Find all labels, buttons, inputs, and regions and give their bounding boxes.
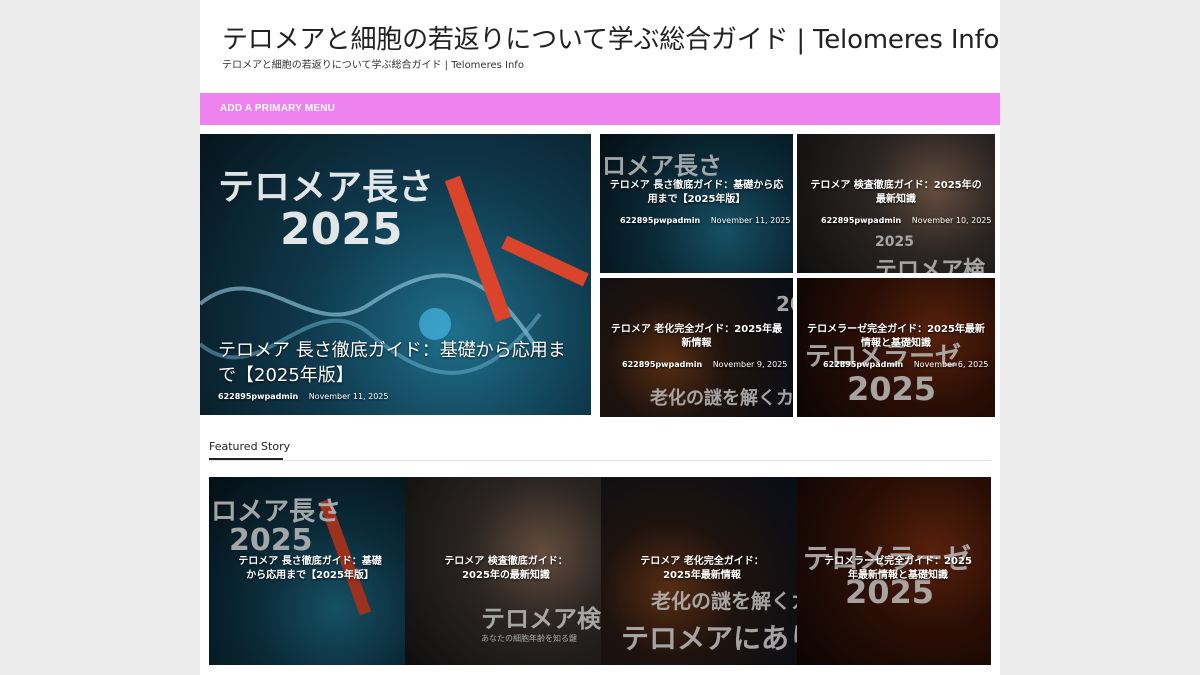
- grid-post-meta: 622895pwpadmin November 10, 2025: [821, 216, 991, 225]
- featured-story-heading: Featured Story: [209, 440, 291, 453]
- featured-post-3[interactable]: 老化の謎を解くカ テロメアにあり テロメア 老化完全ガイド：2025年最新情報: [601, 477, 797, 665]
- post-author[interactable]: 622895pwpadmin: [620, 216, 700, 225]
- featured-post-4[interactable]: テロメラーゼ 2025 テロメラーゼ完全ガイド：2025年最新情報と基礎知識: [797, 477, 991, 665]
- post-date[interactable]: November 10, 2025: [912, 216, 992, 225]
- grid-post-meta: 622895pwpadmin November 6, 2025: [823, 360, 988, 369]
- featured-post-2[interactable]: テロメア検 あなたの細胞年齢を知る鍵 テロメア 検査徹底ガイド：2025年の最新…: [405, 477, 601, 665]
- featured-divider: [209, 460, 991, 461]
- grid-post-title[interactable]: テロメア 長さ徹底ガイド：基礎から応用まで【2025年版】: [608, 179, 785, 207]
- post-author[interactable]: 622895pwpadmin: [821, 216, 901, 225]
- post-date[interactable]: November 6, 2025: [914, 360, 989, 369]
- site-description: テロメアと細胞の若返りについて学ぶ総合ガイド | Telomeres Info: [222, 60, 524, 71]
- page: テロメアと細胞の若返りについて学ぶ総合ガイド | Telomeres Info …: [200, 0, 1000, 675]
- grid-post-title[interactable]: テロメア 検査徹底ガイド：2025年の最新知識: [807, 179, 985, 207]
- post-author[interactable]: 622895pwpadmin: [218, 392, 298, 401]
- grid-post-meta: 622895pwpadmin November 9, 2025: [622, 360, 787, 369]
- hero-image-year: 2025: [280, 204, 403, 255]
- hero-main-meta: 622895pwpadmin November 11, 2025: [218, 392, 388, 401]
- hero-grid-post-2[interactable]: 2025 テロメア検 テロメア 検査徹底ガイド：2025年の最新知識 62289…: [797, 134, 995, 273]
- site-header: テロメアと細胞の若返りについて学ぶ総合ガイド | Telomeres Info …: [200, 0, 1000, 93]
- featured-post-title[interactable]: テロメア 老化完全ガイド：2025年最新情報: [627, 555, 777, 583]
- primary-menu-bar: ADD A PRIMARY MENU: [200, 93, 1000, 125]
- grid-post-title[interactable]: テロメラーゼ完全ガイド：2025年最新情報と基礎知識: [807, 323, 985, 351]
- grid-post-title[interactable]: テロメア 老化完全ガイド：2025年最新情報: [608, 323, 785, 351]
- post-date[interactable]: November 9, 2025: [713, 360, 788, 369]
- hero-main-post[interactable]: テロメア長さ 2025 テロメア 長さ徹底ガイド：基礎から応用まで【2025年版…: [200, 134, 591, 415]
- featured-post-title[interactable]: テロメラーゼ完全ガイド：2025年最新情報と基礎知識: [823, 555, 973, 583]
- post-author[interactable]: 622895pwpadmin: [823, 360, 903, 369]
- add-primary-menu-link[interactable]: ADD A PRIMARY MENU: [220, 103, 335, 114]
- hero-main-title[interactable]: テロメア 長さ徹底ガイド：基礎から応用まで【2025年版】: [218, 338, 578, 388]
- featured-post-title[interactable]: テロメア 検査徹底ガイド：2025年の最新知識: [431, 555, 581, 583]
- hero-grid-post-4[interactable]: テロメラーゼ 2025 テロメラーゼ完全ガイド：2025年最新情報と基礎知識 6…: [797, 278, 995, 417]
- grid-post-meta: 622895pwpadmin November 11, 2025: [620, 216, 790, 225]
- hero-image-text: テロメア長さ: [218, 167, 435, 208]
- post-author[interactable]: 622895pwpadmin: [622, 360, 702, 369]
- hero-grid-post-1[interactable]: ロメア長さ テロメア 長さ徹底ガイド：基礎から応用まで【2025年版】 6228…: [600, 134, 793, 273]
- post-date[interactable]: November 11, 2025: [309, 392, 389, 401]
- hero-grid-post-3[interactable]: 20 老化の謎を解くカ テロメア 老化完全ガイド：2025年最新情報 62289…: [600, 278, 793, 417]
- post-date[interactable]: November 11, 2025: [711, 216, 791, 225]
- featured-post-title[interactable]: テロメア 長さ徹底ガイド：基礎から応用まで【2025年版】: [235, 555, 385, 583]
- featured-post-1[interactable]: ロメア長さ 2025 テロメア 長さ徹底ガイド：基礎から応用まで【2025年版】: [209, 477, 405, 665]
- site-title[interactable]: テロメアと細胞の若返りについて学ぶ総合ガイド | Telomeres Info: [222, 19, 999, 56]
